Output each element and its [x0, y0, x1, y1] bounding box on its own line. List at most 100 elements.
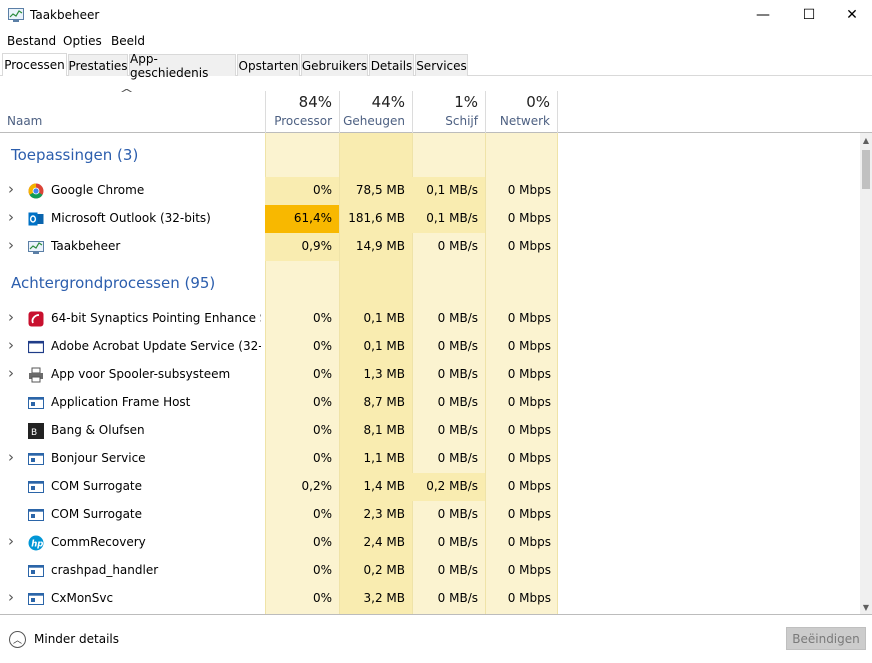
process-name: CommRecovery: [51, 535, 146, 549]
cell-disk: 0 MB/s: [437, 535, 478, 549]
tab-details[interactable]: Details: [369, 54, 414, 76]
process-row[interactable]: › hp CommRecovery 0% 2,4 MB 0 MB/s 0 Mbps: [0, 529, 860, 557]
end-task-button[interactable]: Beëindigen: [786, 627, 866, 650]
cell-net: 0 Mbps: [507, 367, 551, 381]
cell-cpu: 0%: [312, 395, 332, 409]
chevron-right-icon[interactable]: ›: [8, 336, 14, 354]
maximize-button[interactable]: ☐: [786, 0, 832, 30]
column-netwerk[interactable]: 0% Netwerk: [485, 91, 558, 133]
cell-net: 0 Mbps: [507, 239, 551, 253]
cell-mem: 0,1 MB: [363, 339, 405, 353]
outlook-icon: [28, 211, 44, 227]
process-name: Bonjour Service: [51, 451, 146, 465]
process-row[interactable]: › App voor Spooler-subsysteem 0% 1,3 MB 0 MB…: [0, 361, 860, 389]
cell-disk: 0 MB/s: [437, 423, 478, 437]
process-name: Adobe Acrobat Update Service (32-bits): [51, 339, 261, 353]
less-details-link[interactable]: Minder details: [34, 632, 119, 646]
cell-cpu: 0%: [312, 535, 332, 549]
column-schijf[interactable]: 1% Schijf: [412, 91, 485, 133]
cell-mem: 1,1 MB: [363, 451, 405, 465]
memory-percent: 44%: [371, 93, 405, 111]
cell-net: 0 Mbps: [507, 591, 551, 605]
process-row[interactable]: › Adobe Acrobat Update Service (32-bits) 0…: [0, 333, 860, 361]
process-row[interactable]: crashpad_handler 0% 0,2 MB 0 MB/s 0 Mbps: [0, 557, 860, 585]
chevron-right-icon[interactable]: ›: [8, 588, 14, 606]
process-name: App voor Spooler-subsysteem: [51, 367, 231, 381]
process-list[interactable]: Toepassingen (3) › Google Chrome 0% 78,5 MB 0…: [0, 133, 860, 614]
app-frame-icon: [28, 507, 44, 523]
vertical-scrollbar[interactable]: ▲ ▼: [860, 133, 872, 614]
cell-net: 0 Mbps: [507, 507, 551, 521]
cell-disk: 0 MB/s: [437, 591, 478, 605]
cell-mem: 181,6 MB: [348, 211, 405, 225]
group-header: Achtergrondprocessen (95): [0, 261, 860, 305]
rows-container: Toepassingen (3) › Google Chrome 0% 78,5 MB 0…: [0, 133, 860, 614]
menu-opties[interactable]: Opties: [63, 34, 102, 48]
chevron-right-icon[interactable]: ›: [8, 236, 14, 254]
app-frame-icon: [28, 451, 44, 467]
minimize-button[interactable]: —: [740, 0, 786, 30]
menu-bar: Bestand Opties Beeld: [0, 31, 872, 51]
cell-cpu: 0%: [312, 591, 332, 605]
tab-app-geschiedenis[interactable]: App-geschiedenis: [129, 52, 236, 80]
title-bar: Taakbeheer — ☐ ✕: [0, 0, 872, 30]
process-row[interactable]: COM Surrogate 0% 2,3 MB 0 MB/s 0 Mbps: [0, 501, 860, 529]
scroll-up-icon[interactable]: ▲: [860, 136, 872, 145]
cell-net: 0 Mbps: [507, 423, 551, 437]
chevron-right-icon[interactable]: ›: [8, 448, 14, 466]
task-manager-icon: [28, 239, 44, 255]
process-row[interactable]: › Taakbeheer 0,9% 14,9 MB 0 MB/s 0 Mbps: [0, 233, 860, 261]
cell-net: 0 Mbps: [507, 183, 551, 197]
process-row[interactable]: B Bang & Olufsen 0% 8,1 MB 0 MB/s 0 Mbps: [0, 417, 860, 445]
cell-mem: 2,4 MB: [363, 535, 405, 549]
cell-disk: 0 MB/s: [437, 507, 478, 521]
process-name: Taakbeheer: [51, 239, 121, 253]
column-processor[interactable]: 84% Processor: [265, 91, 339, 133]
tab-prestaties[interactable]: Prestaties: [68, 54, 128, 76]
tab-gebruikers[interactable]: Gebruikers: [301, 54, 368, 76]
tab-services[interactable]: Services: [415, 54, 468, 76]
cell-net: 0 Mbps: [507, 211, 551, 225]
cell-cpu: 0%: [312, 311, 332, 325]
process-row[interactable]: › CxMonSvc 0% 3,2 MB 0 MB/s 0 Mbps: [0, 585, 860, 613]
processor-percent: 84%: [298, 93, 332, 111]
disk-percent: 1%: [454, 93, 478, 111]
process-name: crashpad_handler: [51, 563, 159, 577]
cell-mem: 3,2 MB: [363, 591, 405, 605]
window-title: Taakbeheer: [30, 8, 100, 22]
chevron-right-icon[interactable]: ›: [8, 308, 14, 326]
process-row[interactable]: › 64-bit Synaptics Pointing Enhance Ser..…: [0, 305, 860, 333]
process-name: COM Surrogate: [51, 479, 143, 493]
scroll-down-icon[interactable]: ▼: [860, 603, 872, 612]
app-frame-icon: [28, 479, 44, 495]
menu-bestand[interactable]: Bestand: [7, 34, 56, 48]
column-name[interactable]: Naam: [7, 114, 42, 128]
group-title: Toepassingen (3): [11, 146, 139, 164]
cell-mem: 0,1 MB: [363, 311, 405, 325]
scrollbar-thumb[interactable]: [862, 150, 870, 189]
svg-text:hp: hp: [31, 540, 43, 550]
close-icon: ✕: [846, 7, 858, 23]
process-row[interactable]: Application Frame Host 0% 8,7 MB 0 MB/s 0 Mb…: [0, 389, 860, 417]
menu-beeld[interactable]: Beeld: [111, 34, 145, 48]
cell-cpu: 0,2%: [301, 479, 333, 493]
chevron-right-icon[interactable]: ›: [8, 364, 14, 382]
chevron-up-circle-icon[interactable]: ︿: [9, 631, 26, 648]
cell-cpu: 0%: [312, 507, 332, 521]
app-frame-icon: [28, 591, 44, 607]
cell-mem: 0,2 MB: [363, 563, 405, 577]
close-button[interactable]: ✕: [832, 0, 872, 30]
chevron-right-icon[interactable]: ›: [8, 180, 14, 198]
maximize-icon: ☐: [802, 7, 816, 23]
chevron-right-icon[interactable]: ›: [8, 532, 14, 550]
process-row[interactable]: COM Surrogate 0,2% 1,4 MB 0,2 MB/s 0 Mbps: [0, 473, 860, 501]
footer: ︿ Minder details Beëindigen: [0, 614, 872, 663]
tab-opstarten[interactable]: Opstarten: [237, 54, 300, 76]
process-row[interactable]: › Microsoft Outlook (32-bits) 61,4% 181,6 M…: [0, 205, 860, 233]
column-geheugen[interactable]: 44% Geheugen: [339, 91, 412, 133]
process-row[interactable]: › Google Chrome 0% 78,5 MB 0,1 MB/s 0 Mbps: [0, 177, 860, 205]
chevron-right-icon[interactable]: ›: [8, 208, 14, 226]
process-name: COM Surrogate: [51, 507, 143, 521]
process-row[interactable]: › Bonjour Service 0% 1,1 MB 0 MB/s 0 Mbps: [0, 445, 860, 473]
tab-processen[interactable]: Processen: [2, 53, 67, 76]
